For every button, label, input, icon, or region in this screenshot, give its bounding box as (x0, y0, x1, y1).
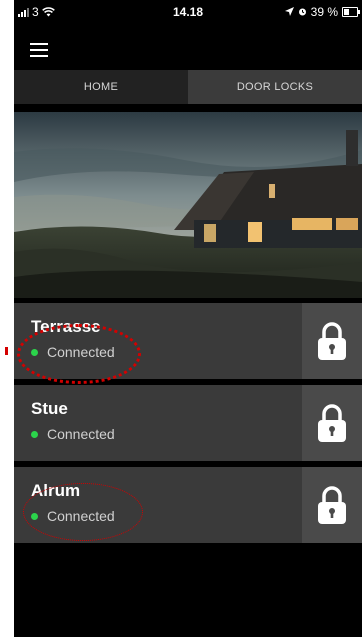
lock-status-text: Connected (47, 426, 115, 442)
tab-home[interactable]: HOME (14, 70, 188, 104)
connected-dot-icon (31, 430, 38, 438)
lock-item-alrum: Alrum Connected (14, 467, 362, 543)
battery-icon (342, 7, 360, 17)
tab-door-locks[interactable]: DOOR LOCKS (188, 70, 362, 104)
battery-level (344, 9, 349, 15)
padlock-icon (318, 486, 346, 524)
tab-home-label: HOME (83, 81, 119, 93)
status-right: 39 % (284, 5, 360, 19)
lock-button-stue[interactable] (302, 385, 362, 461)
battery-percent: 39 % (310, 5, 338, 19)
lock-status: Connected (31, 508, 115, 524)
lock-item-terrasse: Terrasse Connected (14, 303, 362, 379)
home-hero-image (14, 112, 362, 298)
lock-name: Stue (31, 399, 68, 418)
tab-bar: HOME DOOR LOCKS (14, 70, 362, 104)
hamburger-menu-icon[interactable] (30, 43, 48, 57)
location-arrow-icon (284, 5, 294, 19)
lock-button-alrum[interactable] (302, 467, 362, 543)
padlock-icon (318, 404, 346, 442)
connected-dot-icon (31, 348, 38, 356)
app-screen: 3 14.18 39 % HOME DOOR LOCKS Terrasse Co… (14, 0, 362, 637)
lock-status: Connected (31, 344, 115, 360)
lock-info-terrasse[interactable]: Terrasse Connected (14, 303, 300, 379)
tab-door-locks-label: DOOR LOCKS (236, 81, 314, 93)
lock-info-stue[interactable]: Stue Connected (14, 385, 300, 461)
lock-status: Connected (31, 426, 115, 442)
lock-name: Alrum (31, 481, 81, 500)
padlock-icon (318, 322, 346, 360)
connected-dot-icon (31, 512, 38, 520)
lock-name: Terrasse (31, 317, 101, 336)
lock-status-text: Connected (47, 344, 115, 360)
lock-status-text: Connected (47, 508, 115, 524)
alarm-clock-icon (298, 5, 307, 19)
lock-item-stue: Stue Connected (14, 385, 362, 461)
status-bar: 3 14.18 39 % (14, 0, 362, 24)
annotation-mark (5, 347, 8, 355)
lock-button-terrasse[interactable] (302, 303, 362, 379)
lock-info-alrum[interactable]: Alrum Connected (14, 467, 300, 543)
